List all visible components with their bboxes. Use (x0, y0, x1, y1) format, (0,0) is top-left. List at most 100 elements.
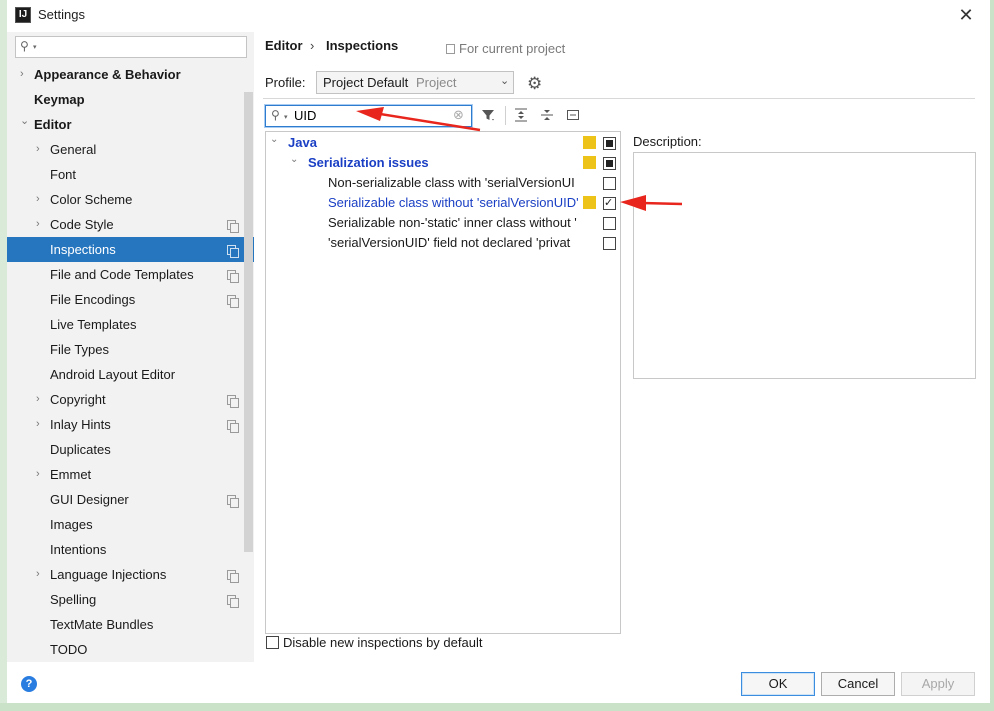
sidebar-item[interactable]: GUI Designer (7, 487, 254, 512)
breadcrumb-editor[interactable]: Editor (265, 38, 303, 53)
search-icon: ⚲ (271, 108, 280, 122)
sidebar-item-label: TODO (50, 642, 88, 657)
sidebar-item[interactable]: Android Layout Editor (7, 362, 254, 387)
profile-dropdown[interactable]: Project Default Project ⌄ (316, 71, 514, 94)
sidebar-item[interactable]: Duplicates (7, 437, 254, 462)
chevron-right-icon[interactable]: › (36, 212, 40, 237)
inspection-checkbox[interactable] (603, 193, 616, 213)
inspection-tree-row[interactable]: Non-serializable class with 'serialVersi… (266, 173, 620, 193)
chevron-right-icon[interactable]: › (36, 562, 40, 587)
sidebar-item[interactable]: TODO (7, 637, 254, 662)
ok-button[interactable]: OK (741, 672, 815, 696)
inspection-label: Serialization issues (308, 155, 429, 170)
inspection-checkbox[interactable] (603, 137, 616, 150)
inspection-label: 'serialVersionUID' field not declared 'p… (328, 235, 571, 250)
sidebar-search-input[interactable]: ⚲ ▾ (15, 36, 247, 58)
sidebar-item-label: Font (50, 167, 77, 182)
sidebar-item[interactable]: › Language Injections (7, 562, 254, 587)
chevron-down-icon[interactable]: ⌄ (20, 109, 29, 134)
disable-new-inspections-label[interactable]: Disable new inspections by default (283, 635, 482, 650)
sidebar-item[interactable]: File Types (7, 337, 254, 362)
window-title: Settings (38, 7, 85, 22)
sidebar-item[interactable]: › Emmet (7, 462, 254, 487)
close-icon[interactable]: ✕ (955, 4, 977, 26)
chevron-right-icon[interactable]: › (36, 137, 40, 162)
sidebar-item[interactable]: › Color Scheme (7, 187, 254, 212)
inspection-tree-row[interactable]: Serializable class without 'serialVersio… (266, 193, 620, 213)
sidebar-scrollbar[interactable] (244, 92, 253, 552)
search-icon: ⚲ (20, 39, 29, 53)
sidebar-item[interactable]: Live Templates (7, 312, 254, 337)
chevron-right-icon[interactable]: › (36, 387, 40, 412)
annotation-arrow-filter (356, 107, 481, 132)
sidebar-item-label: Live Templates (50, 317, 137, 332)
reset-icon[interactable] (565, 107, 581, 123)
inspection-checkbox[interactable] (603, 237, 616, 250)
sidebar-item[interactable]: › Code Style (7, 212, 254, 237)
sidebar-item-label: Emmet (50, 467, 92, 482)
sidebar-item-label: File and Code Templates (50, 267, 194, 282)
breadcrumb-separator: › (310, 38, 315, 53)
sidebar-item[interactable]: File and Code Templates (7, 262, 254, 287)
divider (263, 98, 975, 99)
project-scope-icon (227, 595, 239, 608)
window-edge-left (0, 0, 7, 711)
sidebar-item-label: Code Style (50, 217, 114, 232)
chevron-down-icon[interactable]: ⌄ (270, 130, 278, 150)
inspection-tree-row[interactable]: 'serialVersionUID' field not declared 'p… (266, 233, 620, 253)
sidebar-item[interactable]: Keymap (7, 87, 254, 112)
profile-scope: Project (416, 75, 457, 90)
expand-all-icon[interactable] (513, 107, 529, 123)
inspection-label: Serializable class without 'serialVersio… (328, 195, 579, 210)
sidebar-item[interactable]: TextMate Bundles (7, 612, 254, 637)
annotation-arrow-checkbox (620, 195, 683, 211)
sidebar-item-label: Inlay Hints (50, 417, 111, 432)
chevron-right-icon[interactable]: › (36, 187, 40, 212)
sidebar-item[interactable]: › Appearance & Behavior (7, 62, 254, 87)
disable-new-inspections-checkbox[interactable] (266, 636, 279, 649)
profile-label: Profile: (265, 75, 306, 90)
project-scope-icon (227, 420, 239, 433)
severity-marker (583, 196, 596, 209)
sidebar-item-label: Inspections (50, 242, 116, 257)
sidebar-item[interactable]: Inspections (7, 237, 254, 262)
apply-button[interactable]: Apply (901, 672, 975, 696)
sidebar-item[interactable]: › General (7, 137, 254, 162)
settings-sidebar: ⚲ ▾ › Appearance & Behavior Keymap ⌄ Editor ›… (7, 32, 254, 662)
sidebar-item[interactable]: ⌄ Editor (7, 112, 254, 137)
sidebar-item-label: General (50, 142, 97, 157)
project-scope-icon (227, 495, 239, 508)
intellij-app-icon: IJ (15, 7, 31, 23)
sidebar-item-label: File Encodings (50, 292, 136, 307)
sidebar-item[interactable]: › Copyright (7, 387, 254, 412)
project-scope-icon (446, 44, 455, 54)
project-scope-icon (227, 220, 239, 233)
sidebar-item[interactable]: Intentions (7, 537, 254, 562)
collapse-all-icon[interactable] (539, 107, 555, 123)
inspection-label: Serializable non-'static' inner class wi… (328, 215, 577, 230)
sidebar-item-label: TextMate Bundles (50, 617, 154, 632)
inspection-tree-row[interactable]: Serializable non-'static' inner class wi… (266, 213, 620, 233)
project-scope-icon (227, 395, 239, 408)
inspection-tree-row[interactable]: ⌄ Java (266, 133, 620, 153)
profile-value: Project Default (323, 75, 409, 90)
sidebar-item[interactable]: › Inlay Hints (7, 412, 254, 437)
help-icon[interactable]: ? (21, 676, 37, 692)
chevron-down-icon[interactable]: ⌄ (290, 150, 298, 170)
gear-icon[interactable]: ⚙ (527, 74, 542, 94)
inspection-checkbox[interactable] (603, 177, 616, 190)
inspection-tree-row[interactable]: ⌄ Serialization issues (266, 153, 620, 173)
chevron-right-icon[interactable]: › (36, 412, 40, 437)
sidebar-item[interactable]: File Encodings (7, 287, 254, 312)
chevron-right-icon[interactable]: › (36, 462, 40, 487)
inspection-checkbox[interactable] (603, 217, 616, 230)
sidebar-item[interactable]: Images (7, 512, 254, 537)
project-scope-icon (227, 245, 239, 258)
sidebar-item[interactable]: Spelling (7, 587, 254, 612)
title-bar: IJ Settings ✕ (7, 0, 990, 32)
description-label: Description: (633, 134, 702, 149)
inspection-checkbox[interactable] (603, 157, 616, 170)
sidebar-item[interactable]: Font (7, 162, 254, 187)
cancel-button[interactable]: Cancel (821, 672, 895, 696)
chevron-right-icon[interactable]: › (20, 62, 24, 87)
